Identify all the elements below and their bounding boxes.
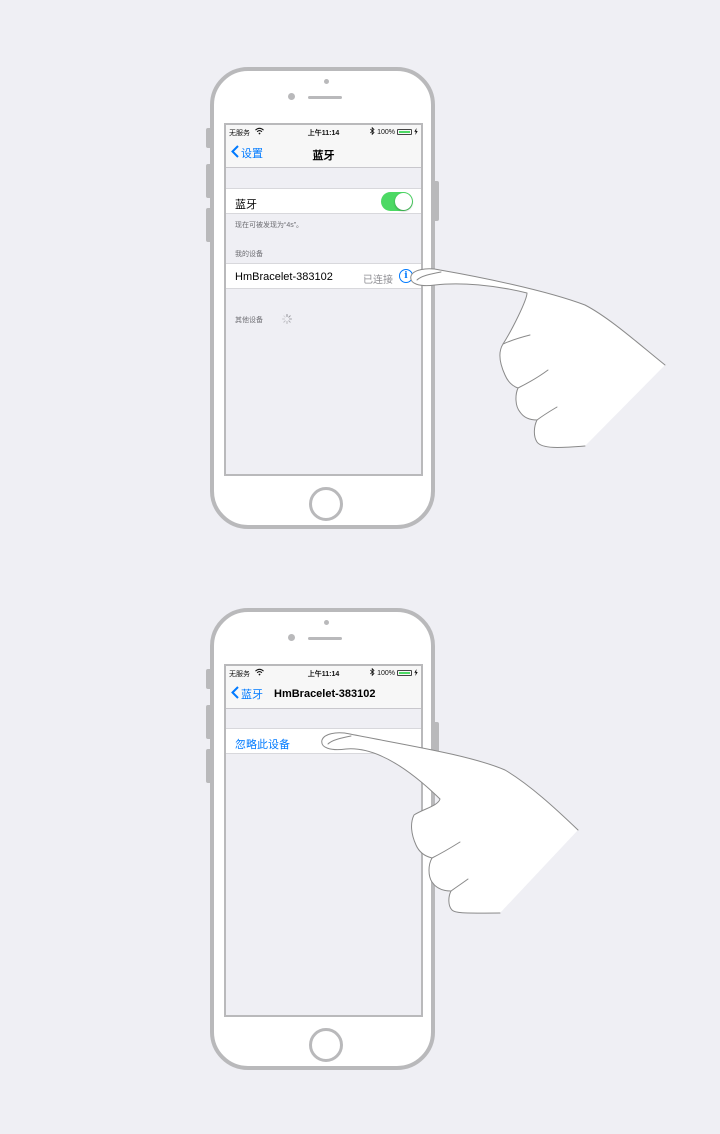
battery-icon bbox=[397, 670, 412, 676]
bluetooth-toggle[interactable] bbox=[381, 192, 413, 211]
back-button[interactable]: 蓝牙 bbox=[231, 686, 263, 702]
other-devices-header: 其他设备 bbox=[235, 314, 292, 325]
other-devices-label: 其他设备 bbox=[235, 317, 263, 324]
page-title: 蓝牙 bbox=[312, 150, 335, 162]
navigation-bar: 蓝牙 HmBracelet-383102 bbox=[226, 680, 421, 709]
power-button bbox=[435, 181, 439, 221]
bluetooth-toggle-row: 蓝牙 bbox=[226, 188, 421, 214]
status-bar: 无服务 上午11:14 100% bbox=[226, 666, 421, 680]
camera-icon bbox=[288, 93, 295, 100]
phone-frame-bottom: 无服务 上午11:14 100% 蓝牙 HmBracelet-383102 忽略… bbox=[206, 608, 439, 1070]
forget-device-row[interactable]: 忽略此设备 bbox=[226, 728, 421, 754]
status-right: 100% bbox=[370, 667, 418, 678]
bluetooth-settings-screen: 无服务 上午11:14 100% 设置 蓝牙 蓝牙 现在可被发现为“4s”。 我… bbox=[224, 123, 423, 476]
volume-down-button bbox=[206, 749, 210, 783]
volume-up-button bbox=[206, 164, 210, 198]
home-button[interactable] bbox=[309, 1028, 343, 1062]
speaker-grille bbox=[308, 637, 342, 640]
forget-device-button[interactable]: 忽略此设备 bbox=[235, 736, 290, 752]
page-title: HmBracelet-383102 bbox=[274, 688, 376, 700]
phone-frame-top: 无服务 上午11:14 100% 设置 蓝牙 蓝牙 现在可被发现为“4s”。 我… bbox=[206, 67, 439, 529]
connection-status: 已连接 bbox=[363, 275, 393, 286]
device-name: HmBracelet-383102 bbox=[235, 271, 333, 283]
sensor-dot bbox=[324, 620, 329, 625]
device-detail-screen: 无服务 上午11:14 100% 蓝牙 HmBracelet-383102 忽略… bbox=[224, 664, 423, 1017]
status-bar: 无服务 上午11:14 100% bbox=[226, 125, 421, 139]
navigation-bar: 设置 蓝牙 bbox=[226, 139, 421, 168]
info-icon[interactable]: i bbox=[399, 269, 413, 283]
volume-up-button bbox=[206, 705, 210, 739]
mute-switch bbox=[206, 669, 210, 689]
bluetooth-icon bbox=[370, 667, 375, 678]
battery-percent: 100% bbox=[377, 669, 395, 677]
power-button bbox=[435, 722, 439, 762]
bluetooth-label: 蓝牙 bbox=[235, 199, 257, 211]
sensor-dot bbox=[324, 79, 329, 84]
bluetooth-icon bbox=[370, 126, 375, 137]
my-devices-header: 我的设备 bbox=[235, 251, 263, 258]
camera-icon bbox=[288, 634, 295, 641]
back-label: 蓝牙 bbox=[241, 689, 263, 701]
chevron-left-icon bbox=[231, 686, 239, 702]
volume-down-button bbox=[206, 208, 210, 242]
speaker-grille bbox=[308, 96, 342, 99]
loading-spinner-icon bbox=[282, 314, 292, 324]
discoverable-text: 现在可被发现为“4s”。 bbox=[235, 222, 304, 229]
toggle-knob bbox=[395, 193, 412, 210]
home-button[interactable] bbox=[309, 487, 343, 521]
mute-switch bbox=[206, 128, 210, 148]
charging-icon bbox=[414, 127, 418, 137]
status-right: 100% bbox=[370, 126, 418, 137]
charging-icon bbox=[414, 668, 418, 678]
battery-icon bbox=[397, 129, 412, 135]
device-row[interactable]: HmBracelet-383102 已连接 i bbox=[226, 263, 421, 289]
battery-percent: 100% bbox=[377, 128, 395, 136]
